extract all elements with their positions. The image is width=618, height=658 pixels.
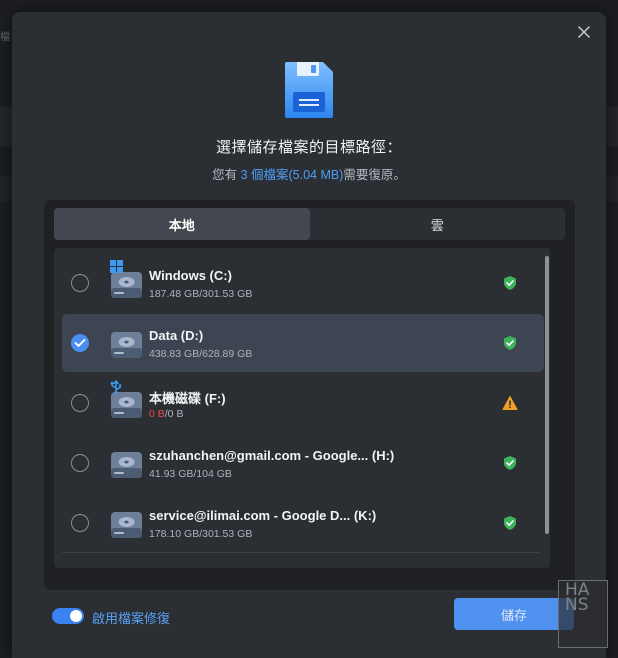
shield-ok-icon xyxy=(504,276,516,290)
list-divider xyxy=(62,552,540,553)
dialog-title: 選擇儲存檔案的目標路徑： xyxy=(215,139,402,156)
drive-total: /628.89 GB xyxy=(199,348,253,360)
floppy-disk-icon xyxy=(285,62,333,118)
drive-total: /301.53 GB xyxy=(199,288,253,300)
radio-button[interactable] xyxy=(71,454,89,472)
drive-capacity: 41.93 GB/104 GB xyxy=(149,468,232,480)
save-destination-dialog: 選擇儲存檔案的目標路徑： 您有 3 個檔案(5.04 MB)需要復原。 本地 雲 xyxy=(12,12,606,658)
drive-row-f[interactable]: 本機磁碟 (F:) 0 B/0 B xyxy=(62,374,544,432)
drive-row-h[interactable]: szuhanchen@gmail.com - Google... (H:) 41… xyxy=(62,434,544,492)
watermark-logo: HA NS xyxy=(558,580,608,648)
close-button[interactable] xyxy=(572,20,596,44)
drive-name: service@ilimai.com - Google D... (K:) xyxy=(149,508,377,523)
drive-row-d[interactable]: Data (D:) 438.83 GB/628.89 GB xyxy=(62,314,544,372)
file-repair-label[interactable]: 啟用檔案修復 xyxy=(92,608,170,627)
radio-button-checked[interactable] xyxy=(71,334,89,352)
tab-local[interactable]: 本地 xyxy=(54,208,310,240)
usb-icon xyxy=(110,380,122,394)
file-count-highlight: 3 個檔案(5.04 MB) xyxy=(240,168,344,182)
shield-ok-icon xyxy=(504,516,516,530)
drive-list-scrollbar[interactable] xyxy=(544,248,550,538)
hard-drive-icon xyxy=(111,332,142,358)
drive-capacity: 187.48 GB/301.53 GB xyxy=(149,288,252,300)
destination-panel: 本地 雲 Windows (C:) 187.48 GB/301.53 GB Da… xyxy=(44,200,575,590)
drive-used: 438.83 GB xyxy=(149,348,200,360)
warning-icon xyxy=(502,396,518,410)
hard-drive-icon xyxy=(111,452,142,478)
watermark-row: NS xyxy=(565,595,589,615)
file-repair-toggle[interactable] xyxy=(52,608,84,624)
check-icon xyxy=(74,339,86,347)
location-tabs: 本地 雲 xyxy=(54,208,565,240)
drive-row-c[interactable]: Windows (C:) 187.48 GB/301.53 GB xyxy=(62,254,544,312)
drive-name: Data (D:) xyxy=(149,328,204,343)
shield-ok-icon xyxy=(504,456,516,470)
drive-capacity: 438.83 GB/628.89 GB xyxy=(149,348,252,360)
drive-row-k[interactable]: service@ilimai.com - Google D... (K:) 17… xyxy=(62,494,544,552)
radio-button[interactable] xyxy=(71,274,89,292)
radio-button[interactable] xyxy=(71,514,89,532)
dialog-subtitle: 您有 3 個檔案(5.04 MB)需要復原。 xyxy=(12,164,606,183)
drive-name: szuhanchen@gmail.com - Google... (H:) xyxy=(149,448,395,463)
drive-used: 187.48 GB xyxy=(149,288,200,300)
drive-total: /0 B xyxy=(164,408,184,420)
subtitle-suffix: 需要復原。 xyxy=(343,168,406,182)
drive-capacity: 178.10 GB/301.53 GB xyxy=(149,528,252,540)
save-button[interactable]: 儲存 xyxy=(454,598,574,630)
scrollbar-thumb[interactable] xyxy=(545,256,549,534)
windows-logo-icon xyxy=(110,260,123,273)
drive-used: 178.10 GB xyxy=(149,528,200,540)
close-icon xyxy=(578,26,590,38)
drive-used: 41.93 GB xyxy=(149,468,194,480)
drive-total: /301.53 GB xyxy=(199,528,253,540)
drive-used: 0 B xyxy=(149,408,165,420)
tab-cloud[interactable]: 雲 xyxy=(310,208,566,240)
radio-button[interactable] xyxy=(71,394,89,412)
drive-total: /104 GB xyxy=(193,468,232,480)
drive-name: 本機磁碟 (F:) xyxy=(149,391,226,406)
shield-ok-icon xyxy=(504,336,516,350)
hard-drive-icon xyxy=(111,512,142,538)
drive-list: Windows (C:) 187.48 GB/301.53 GB Data (D… xyxy=(54,248,550,568)
drive-capacity: 0 B/0 B xyxy=(149,408,183,420)
subtitle-prefix: 您有 xyxy=(212,168,241,182)
drive-name: Windows (C:) xyxy=(149,268,232,283)
toggle-knob xyxy=(70,610,82,622)
